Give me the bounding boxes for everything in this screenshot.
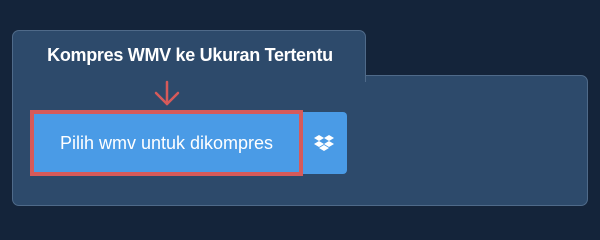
- tab-joint: [13, 75, 365, 78]
- dropbox-button[interactable]: [301, 112, 347, 174]
- panel-title: Kompres WMV ke Ukuran Tertentu: [47, 45, 333, 65]
- dropbox-icon: [314, 135, 334, 151]
- arrow-down-icon: [154, 80, 180, 106]
- choose-file-label: Pilih wmv untuk dikompres: [59, 132, 274, 153]
- choose-file-button[interactable]: Pilih wmv untuk dikompres: [30, 110, 303, 176]
